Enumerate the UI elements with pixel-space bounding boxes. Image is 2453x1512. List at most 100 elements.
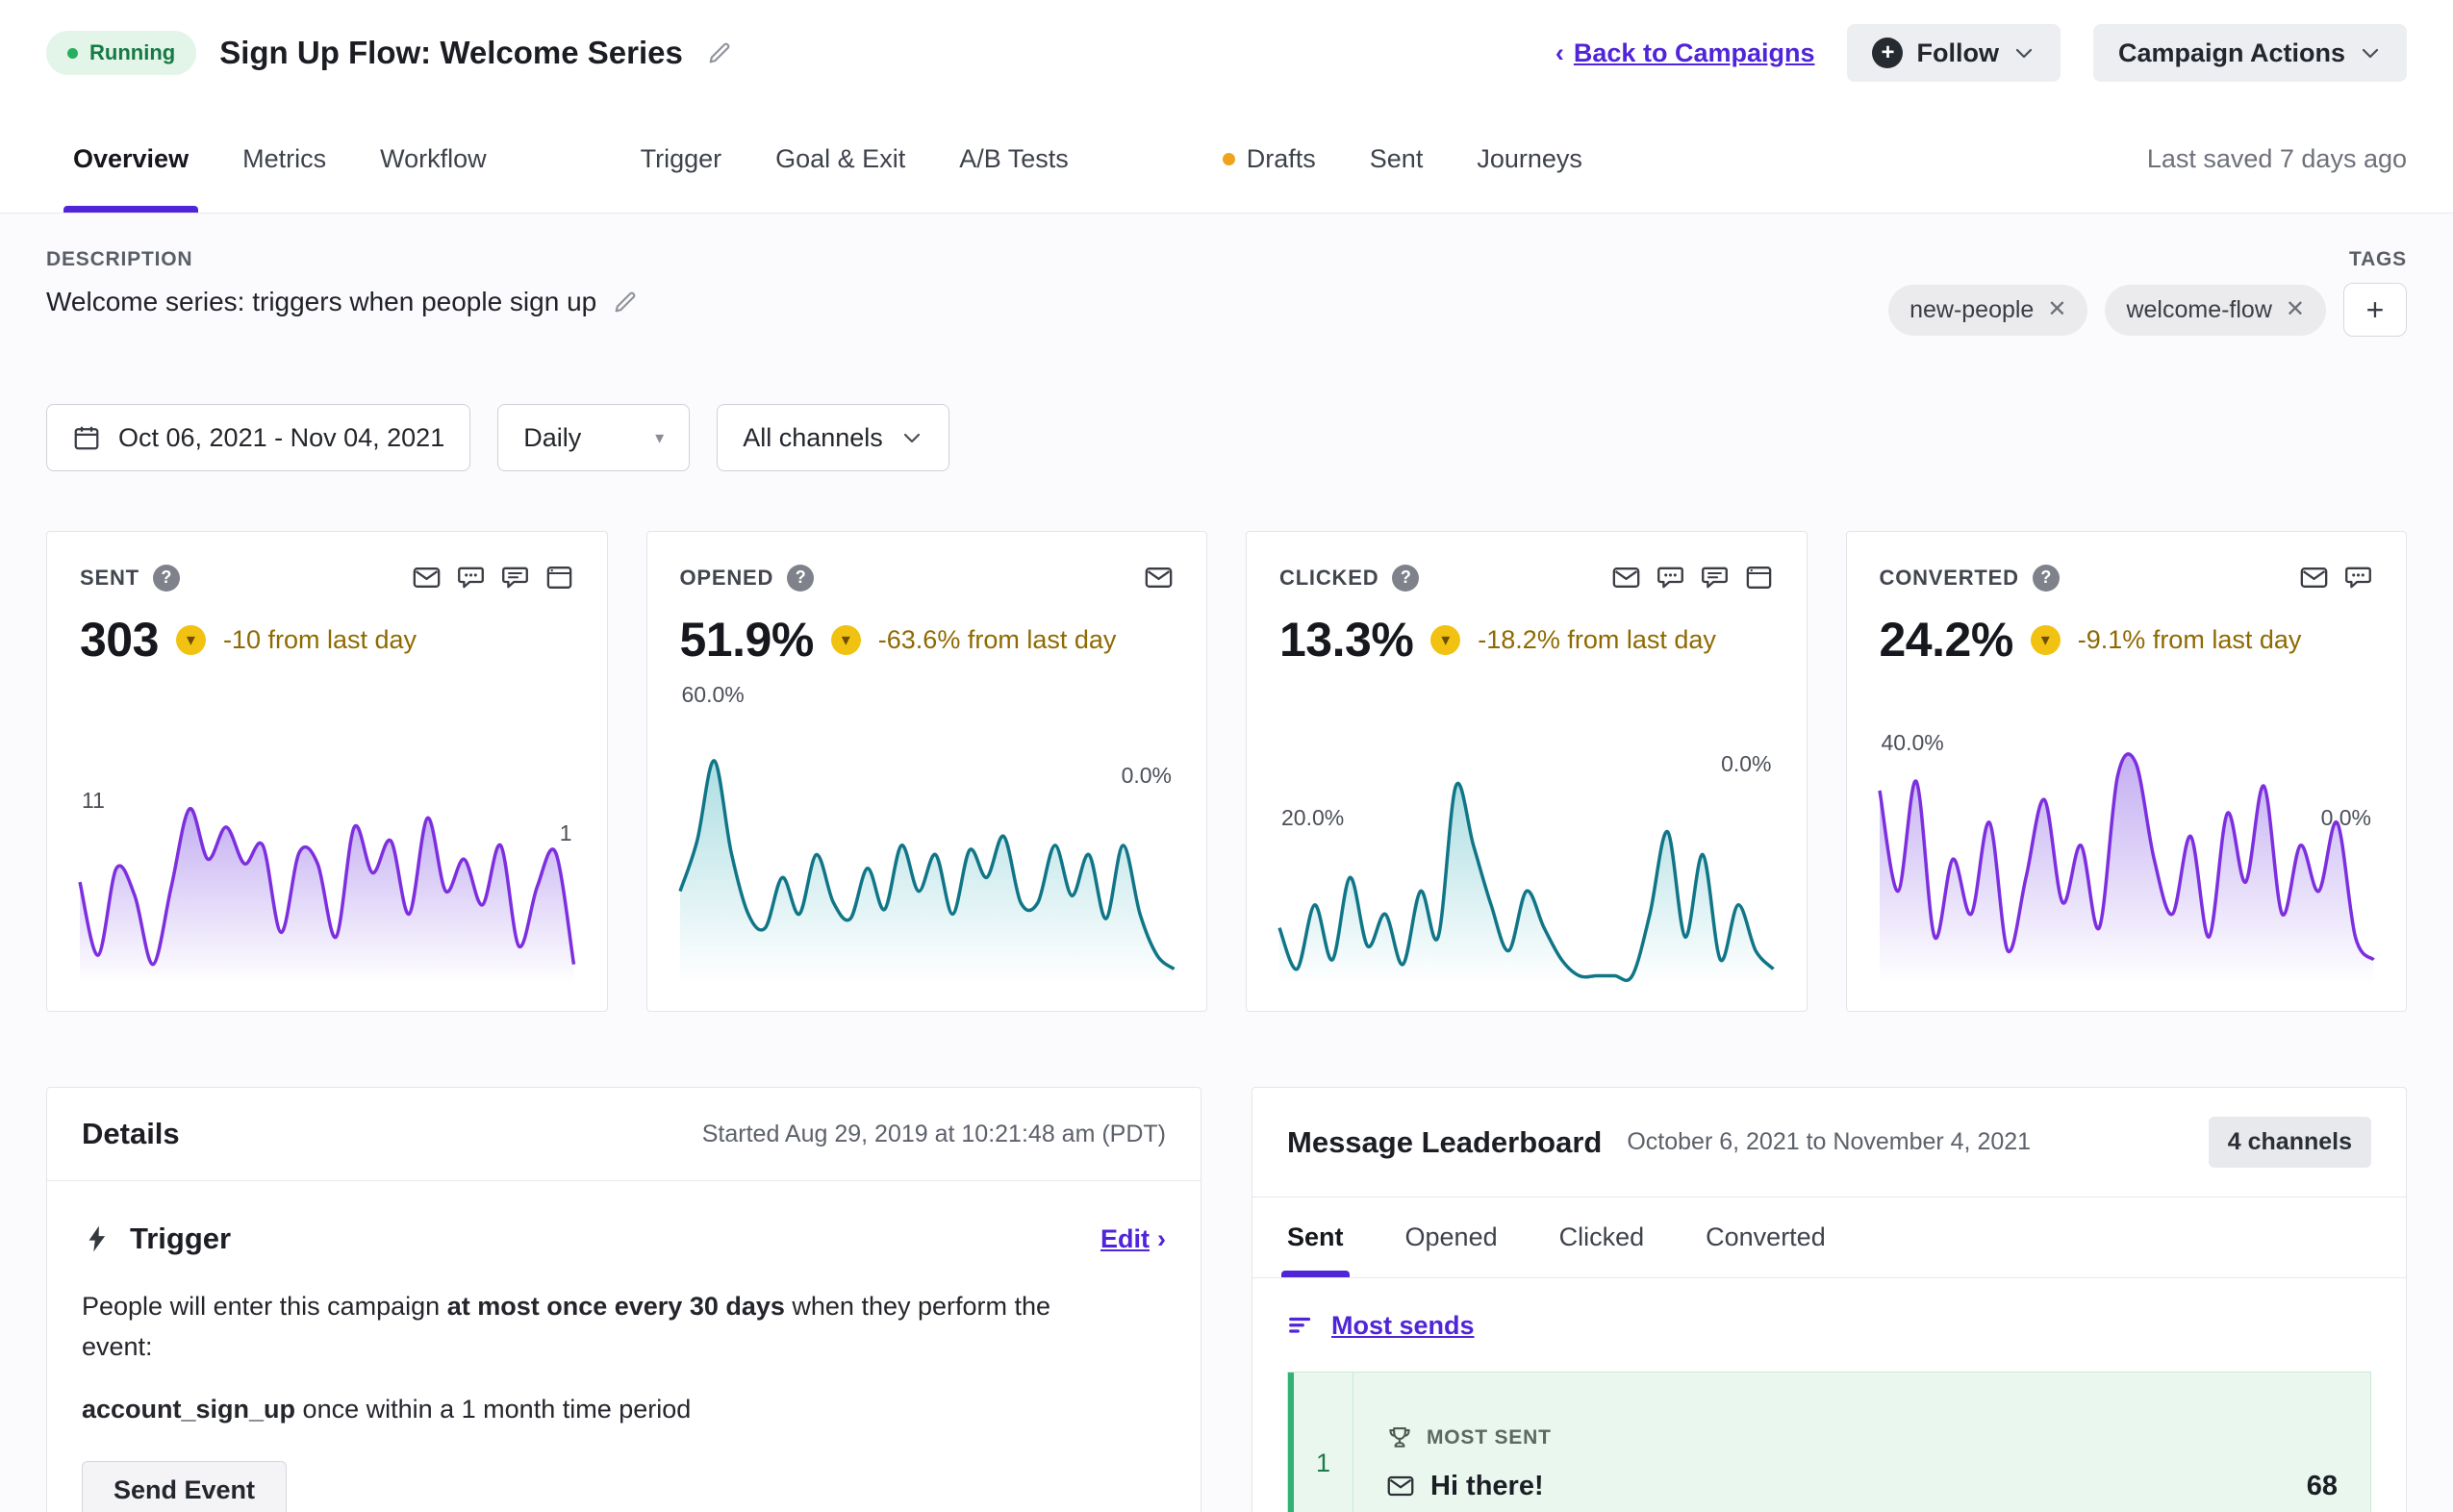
- channel-chat-lines-icon: [500, 563, 530, 592]
- leaderboard-date-range: October 6, 2021 to November 4, 2021: [1627, 1128, 2032, 1155]
- edit-chevron-icon: ›: [1157, 1223, 1166, 1253]
- delta-text: -18.2% from last day: [1478, 624, 1716, 654]
- help-icon[interactable]: ?: [152, 564, 180, 592]
- trigger-title: Trigger: [130, 1222, 232, 1255]
- delta-down-icon: ▾: [830, 624, 861, 655]
- entry-rank: 1: [1294, 1373, 1353, 1512]
- tab-goal-exit[interactable]: Goal & Exit: [748, 106, 932, 213]
- description-label: DESCRIPTION: [46, 248, 193, 270]
- channel-chat-lines-icon: [1700, 563, 1730, 592]
- channel-icons: [1144, 563, 1174, 592]
- leaderboard-tabbar: Sent Opened Clicked Converted: [1252, 1197, 2406, 1278]
- channel-email-icon: [1611, 563, 1641, 592]
- caret-down-icon: ▾: [655, 427, 665, 447]
- send-event-button[interactable]: Send Event: [82, 1460, 288, 1512]
- last-saved-text: Last saved 7 days ago: [2146, 144, 2407, 173]
- remove-tag-icon[interactable]: ✕: [2286, 298, 2305, 321]
- tab-trigger[interactable]: Trigger: [614, 106, 749, 213]
- metric-label: OPENED: [679, 565, 774, 590]
- lightning-bolt-icon: [82, 1223, 113, 1254]
- tab-workflow[interactable]: Workflow: [353, 106, 514, 213]
- status-badge: Running: [46, 31, 197, 75]
- edit-title-pencil-icon[interactable]: [706, 39, 733, 66]
- description-text: Welcome series: triggers when people sig…: [46, 287, 597, 316]
- tab-drafts[interactable]: Drafts: [1196, 106, 1343, 213]
- channel-email-icon: [1144, 563, 1174, 592]
- back-chevron-icon: ‹: [1555, 38, 1564, 67]
- trigger-event-line: account_sign_up once within a 1 month ti…: [82, 1394, 692, 1424]
- calendar-icon: [72, 423, 101, 452]
- metric-value: 51.9%: [679, 613, 815, 667]
- started-text: Started Aug 29, 2019 at 10:21:48 am (PDT…: [701, 1120, 1166, 1147]
- campaign-actions-button[interactable]: Campaign Actions: [2092, 24, 2407, 82]
- status-dot-icon: [67, 47, 78, 59]
- description-section: DESCRIPTION Welcome series: triggers whe…: [0, 248, 2453, 337]
- channels-count-badge: 4 channels: [2208, 1117, 2371, 1168]
- tab-journeys[interactable]: Journeys: [1450, 106, 1609, 213]
- leaderboard-tab-clicked[interactable]: Clicked: [1559, 1197, 1645, 1277]
- delta-text: -63.6% from last day: [877, 624, 1117, 654]
- tab-overview[interactable]: Overview: [46, 106, 215, 213]
- metric-card-sent: SENT ? 303 ▾ -10 from last day 11 1: [46, 531, 608, 1012]
- channel-chat-dots-icon: [2343, 563, 2373, 592]
- tab-sent[interactable]: Sent: [1343, 106, 1451, 213]
- opened-sparkline-chart: 60.0% 0.0%: [680, 682, 1175, 984]
- plus-icon: +: [1872, 38, 1904, 68]
- entry-message-name: Hi there!: [1430, 1470, 1544, 1501]
- metric-card-opened: OPENED ? 51.9% ▾ -63.6% from last day 60…: [645, 531, 1207, 1012]
- metric-card-converted: CONVERTED ? 24.2% ▾ -9.1% from last day …: [1845, 531, 2407, 1012]
- status-label: Running: [89, 40, 176, 64]
- entry-value: 68: [2306, 1470, 2338, 1501]
- filter-row: Oct 06, 2021 - Nov 04, 2021 Daily ▾ All …: [0, 404, 2453, 471]
- leaderboard-entry[interactable]: 1 MOST SENT Hi there! 68: [1287, 1372, 2371, 1512]
- leaderboard-tab-sent[interactable]: Sent: [1281, 1197, 1349, 1277]
- drafts-dot-icon: [1222, 153, 1235, 165]
- interval-select[interactable]: Daily ▾: [497, 404, 691, 471]
- back-to-campaigns-link[interactable]: ‹ Back to Campaigns: [1555, 38, 1815, 68]
- leaderboard-title: Message Leaderboard: [1287, 1124, 1603, 1159]
- leaderboard-tab-opened[interactable]: Opened: [1405, 1197, 1498, 1277]
- channel-email-icon: [2299, 563, 2329, 592]
- trophy-icon: [1386, 1424, 1413, 1451]
- delta-text: -10 from last day: [222, 624, 417, 654]
- metric-label: SENT: [80, 565, 139, 590]
- details-title: Details: [82, 1117, 180, 1150]
- sent-sparkline-chart: 11 1: [80, 695, 574, 984]
- channels-select[interactable]: All channels: [717, 404, 949, 471]
- delta-down-icon: ▾: [175, 624, 206, 655]
- add-tag-button[interactable]: +: [2343, 283, 2407, 337]
- edit-trigger-link[interactable]: Edit ›: [1100, 1224, 1166, 1254]
- metric-value: 303: [80, 613, 159, 667]
- chevron-down-icon: [900, 426, 923, 449]
- channel-inapp-icon: [1744, 563, 1774, 592]
- help-icon[interactable]: ?: [2032, 564, 2060, 592]
- edit-description-pencil-icon[interactable]: [612, 289, 639, 315]
- channel-email-icon: [412, 563, 442, 592]
- channel-icons: [1611, 563, 1774, 592]
- leaderboard-tab-converted[interactable]: Converted: [1706, 1197, 1826, 1277]
- channel-icons: [2299, 563, 2373, 592]
- channel-chat-dots-icon: [1656, 563, 1685, 592]
- channel-inapp-icon: [544, 563, 574, 592]
- email-icon: [1386, 1472, 1415, 1500]
- help-icon[interactable]: ?: [1392, 564, 1420, 592]
- main-tabbar: Overview Metrics Workflow Trigger Goal &…: [0, 106, 2453, 214]
- chevron-down-icon: [2359, 41, 2382, 64]
- metric-label: CLICKED: [1279, 565, 1379, 590]
- tab-metrics[interactable]: Metrics: [215, 106, 353, 213]
- tab-ab-tests[interactable]: A/B Tests: [932, 106, 1096, 213]
- metric-value: 24.2%: [1879, 613, 2014, 667]
- clicked-sparkline-chart: 20.0% 0.0%: [1279, 695, 1774, 984]
- remove-tag-icon[interactable]: ✕: [2047, 298, 2066, 321]
- help-icon[interactable]: ?: [787, 564, 815, 592]
- entry-badge: MOST SENT: [1427, 1425, 1552, 1449]
- most-sends-link[interactable]: Most sends: [1331, 1311, 1475, 1341]
- follow-button[interactable]: + Follow: [1847, 24, 2061, 82]
- channel-chat-dots-icon: [456, 563, 486, 592]
- details-panel: Details Started Aug 29, 2019 at 10:21:48…: [46, 1087, 1201, 1512]
- date-range-picker[interactable]: Oct 06, 2021 - Nov 04, 2021: [46, 404, 471, 471]
- tag-new-people: new-people ✕: [1888, 284, 2088, 336]
- message-leaderboard-panel: Message Leaderboard October 6, 2021 to N…: [1252, 1087, 2407, 1512]
- converted-sparkline-chart: 40.0% 0.0%: [1880, 695, 2374, 984]
- delta-down-icon: ▾: [2030, 624, 2061, 655]
